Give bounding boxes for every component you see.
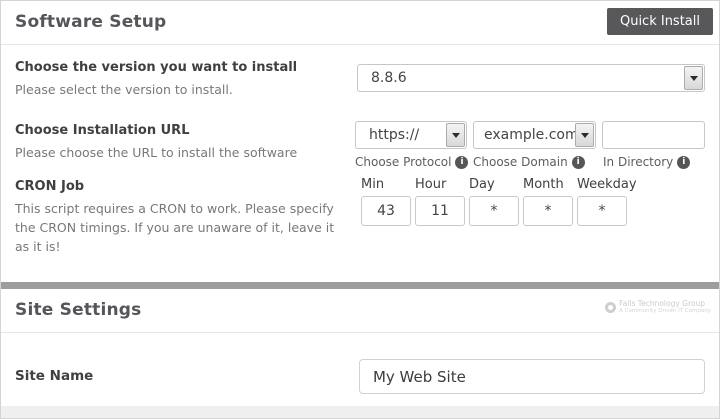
- installation-url-controls: https:// example.com Choose Protocol i: [355, 121, 705, 169]
- chevron-down-icon[interactable]: [684, 66, 703, 90]
- site-name-input[interactable]: [359, 359, 705, 394]
- cron-min-input[interactable]: [361, 196, 411, 226]
- chevron-down-icon[interactable]: [575, 123, 594, 147]
- software-setup-section: Software Setup Quick Install Choose the …: [1, 1, 719, 282]
- company-logo-icon: [605, 302, 616, 313]
- installation-url-row-text: Choose Installation URL Please choose th…: [15, 121, 355, 169]
- domain-selected-value: example.com: [484, 127, 579, 143]
- site-name-row: Site Name: [1, 333, 719, 394]
- cron-field-day: Day: [469, 177, 519, 226]
- protocol-selected-value: https://: [369, 127, 419, 143]
- cron-row-text: CRON Job This script requires a CRON to …: [15, 177, 361, 256]
- company-watermark: Falls Technology Group A Community Drive…: [605, 299, 711, 315]
- version-label: Choose the version you want to install: [15, 58, 345, 78]
- section-title-software-setup: Software Setup: [15, 12, 705, 32]
- protocol-caption: Choose Protocol i: [355, 155, 473, 169]
- info-icon[interactable]: i: [455, 156, 468, 169]
- cron-row: CRON Job This script requires a CRON to …: [15, 177, 705, 256]
- version-row-text: Choose the version you want to install P…: [15, 58, 357, 99]
- info-icon[interactable]: i: [572, 156, 585, 169]
- directory-input[interactable]: [602, 121, 705, 149]
- watermark-text: Falls Technology Group A Community Drive…: [619, 299, 711, 315]
- directory-caption: In Directory i: [603, 155, 690, 169]
- version-description: Please select the version to install.: [15, 80, 345, 99]
- version-row: Choose the version you want to install P…: [15, 58, 705, 99]
- cron-controls: Min Hour Day Month: [361, 177, 705, 256]
- cron-weekday-input[interactable]: [577, 196, 627, 226]
- cron-label: CRON Job: [15, 177, 349, 197]
- installation-url-label: Choose Installation URL: [15, 121, 343, 141]
- version-row-control: 8.8.6: [357, 58, 705, 99]
- cron-month-input[interactable]: [523, 196, 573, 226]
- protocol-select[interactable]: https://: [355, 121, 467, 149]
- version-selected-value: 8.8.6: [371, 70, 407, 86]
- chevron-down-icon[interactable]: [446, 123, 465, 147]
- domain-select[interactable]: example.com: [473, 121, 596, 149]
- installer-page: Software Setup Quick Install Choose the …: [0, 0, 720, 419]
- cron-hour-input[interactable]: [415, 196, 465, 226]
- site-settings-header: Site Settings Falls Technology Group A C…: [1, 289, 719, 333]
- cron-field-weekday: Weekday: [577, 177, 627, 226]
- software-setup-header: Software Setup Quick Install: [1, 1, 719, 45]
- quick-install-button[interactable]: Quick Install: [607, 8, 713, 35]
- site-settings-section: Site Settings Falls Technology Group A C…: [1, 289, 719, 406]
- cron-field-hour: Hour: [415, 177, 465, 226]
- software-setup-form: Choose the version you want to install P…: [1, 45, 719, 256]
- version-select[interactable]: 8.8.6: [357, 64, 705, 92]
- watermark-company-name: Falls Technology Group: [619, 299, 711, 308]
- cron-field-min: Min: [361, 177, 411, 226]
- domain-caption: Choose Domain i: [473, 155, 603, 169]
- installation-url-row: Choose Installation URL Please choose th…: [15, 121, 705, 169]
- installation-url-description: Please choose the URL to install the sof…: [15, 143, 343, 162]
- url-captions: Choose Protocol i Choose Domain i In Dir…: [355, 155, 705, 169]
- info-icon[interactable]: i: [677, 156, 690, 169]
- site-name-label: Site Name: [15, 359, 359, 394]
- cron-field-month: Month: [523, 177, 573, 226]
- section-divider: [1, 282, 719, 289]
- cron-description: This script requires a CRON to work. Ple…: [15, 199, 349, 256]
- section-title-site-settings: Site Settings: [15, 300, 705, 320]
- cron-day-input[interactable]: [469, 196, 519, 226]
- watermark-tagline: A Community Driven IT Company: [619, 308, 711, 315]
